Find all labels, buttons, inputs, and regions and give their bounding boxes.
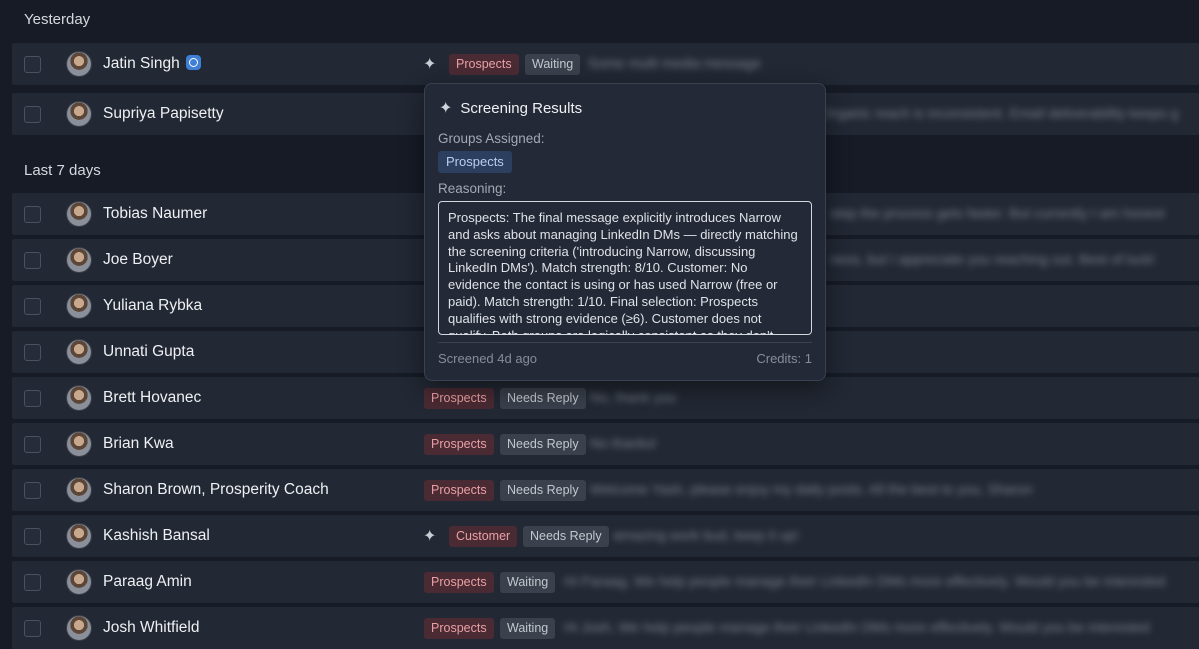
group-chip: Prospects [438,151,512,173]
row-checkbox[interactable] [24,206,41,223]
verified-badge-icon [185,55,201,70]
row-checkbox[interactable] [24,482,41,499]
contact-name: Brian Kwa [103,435,174,452]
status-tag[interactable]: Needs Reply [500,480,586,501]
group-tag[interactable]: Prospects [424,434,494,455]
avatar [67,102,91,126]
group-tag[interactable]: Prospects [424,572,494,593]
status-tag[interactable]: Waiting [500,572,556,593]
list-item[interactable]: Jatin Singh ✦ Prospects Waiting Some mul… [12,43,1199,85]
avatar [67,524,91,548]
popover-title: Screening Results [460,100,583,117]
reasoning-text[interactable]: Prospects: The final message explicitly … [438,201,812,335]
avatar [67,340,91,364]
message-preview: Hi Paraag, We help people manage their L… [564,573,1166,589]
list-item[interactable]: Sharon Brown, Prosperity Coach Prospects… [12,469,1199,511]
avatar [67,294,91,318]
contact-name: Sharon Brown, Prosperity Coach [103,481,329,498]
groups-assigned-label: Groups Assigned: [438,131,545,146]
row-checkbox[interactable] [24,344,41,361]
list-item[interactable]: Brett Hovanec Prospects Needs Reply No, … [12,377,1199,419]
row-checkbox[interactable] [24,106,41,123]
screening-results-popover: ✦ Screening Results Groups Assigned: Pros… [424,83,826,381]
list-item[interactable]: Kashish Bansal ✦ Customer Needs Reply am… [12,515,1199,557]
avatar [67,52,91,76]
message-preview: Organic reach is inconsistent. Email del… [822,105,1179,121]
credits: Credits: 1 [756,351,812,366]
message-preview: No thanks! [590,435,657,451]
list-item[interactable]: Josh Whitfield Prospects Waiting Hi Josh… [12,607,1199,649]
avatar [67,570,91,594]
group-tag[interactable]: Prospects [449,54,519,75]
contact-name: Supriya Papisetty [103,105,224,122]
screened-time: Screened 4d ago [438,351,538,366]
avatar [67,616,91,640]
contact-name: Paraag Amin [103,573,192,590]
row-checkbox[interactable] [24,298,41,315]
sparkle-icon: ✦ [439,100,453,117]
avatar [67,386,91,410]
group-tag[interactable]: Prospects [424,480,494,501]
row-checkbox[interactable] [24,252,41,269]
avatar [67,432,91,456]
row-checkbox[interactable] [24,436,41,453]
contact-name: Joe Boyer [103,251,173,268]
reasoning-label: Reasoning: [438,181,507,196]
message-preview: No, thank you [590,389,677,405]
status-tag[interactable]: Needs Reply [500,388,586,409]
group-tag[interactable]: Customer [449,526,518,547]
contact-name: Jatin Singh [103,55,180,72]
status-tag[interactable]: Needs Reply [523,526,609,547]
avatar [67,248,91,272]
row-checkbox[interactable] [24,620,41,637]
avatar [67,202,91,226]
status-tag[interactable]: Waiting [500,618,556,639]
section-yesterday: Yesterday [24,11,91,28]
contact-name: Yuliana Rybka [103,297,203,314]
status-tag[interactable]: Waiting [525,54,581,75]
list-item[interactable]: Brian Kwa Prospects Needs Reply No thank… [12,423,1199,465]
sparkle-icon[interactable]: ✦ [423,526,436,546]
group-tag[interactable]: Prospects [424,388,494,409]
row-checkbox[interactable] [24,574,41,591]
message-preview: Welcome Yash, please enjoy my daily post… [590,481,1033,497]
avatar [67,478,91,502]
message-preview: Some multi media message [588,55,761,71]
group-tag[interactable]: Prospects [424,618,494,639]
row-checkbox[interactable] [24,528,41,545]
list-item[interactable]: Paraag Amin Prospects Waiting Hi Paraag,… [12,561,1199,603]
row-checkbox[interactable] [24,390,41,407]
message-preview: ness, but I appreciate you reaching out.… [830,251,1156,267]
row-checkbox[interactable] [24,56,41,73]
message-preview: Hi Josh, We help people manage their Lin… [564,619,1150,635]
status-tag[interactable]: Needs Reply [500,434,586,455]
contact-name: Brett Hovanec [103,389,202,406]
divider [438,342,812,343]
contact-name: Josh Whitfield [103,619,200,636]
contact-name: Unnati Gupta [103,343,195,360]
contact-name: Kashish Bansal [103,527,210,544]
section-last-7-days: Last 7 days [24,162,101,179]
message-preview: step the process gets faster. But curren… [830,205,1165,221]
contact-name: Tobias Naumer [103,205,208,222]
message-preview: amazing work bud, keep it up! [613,527,799,543]
sparkle-icon[interactable]: ✦ [423,54,436,74]
